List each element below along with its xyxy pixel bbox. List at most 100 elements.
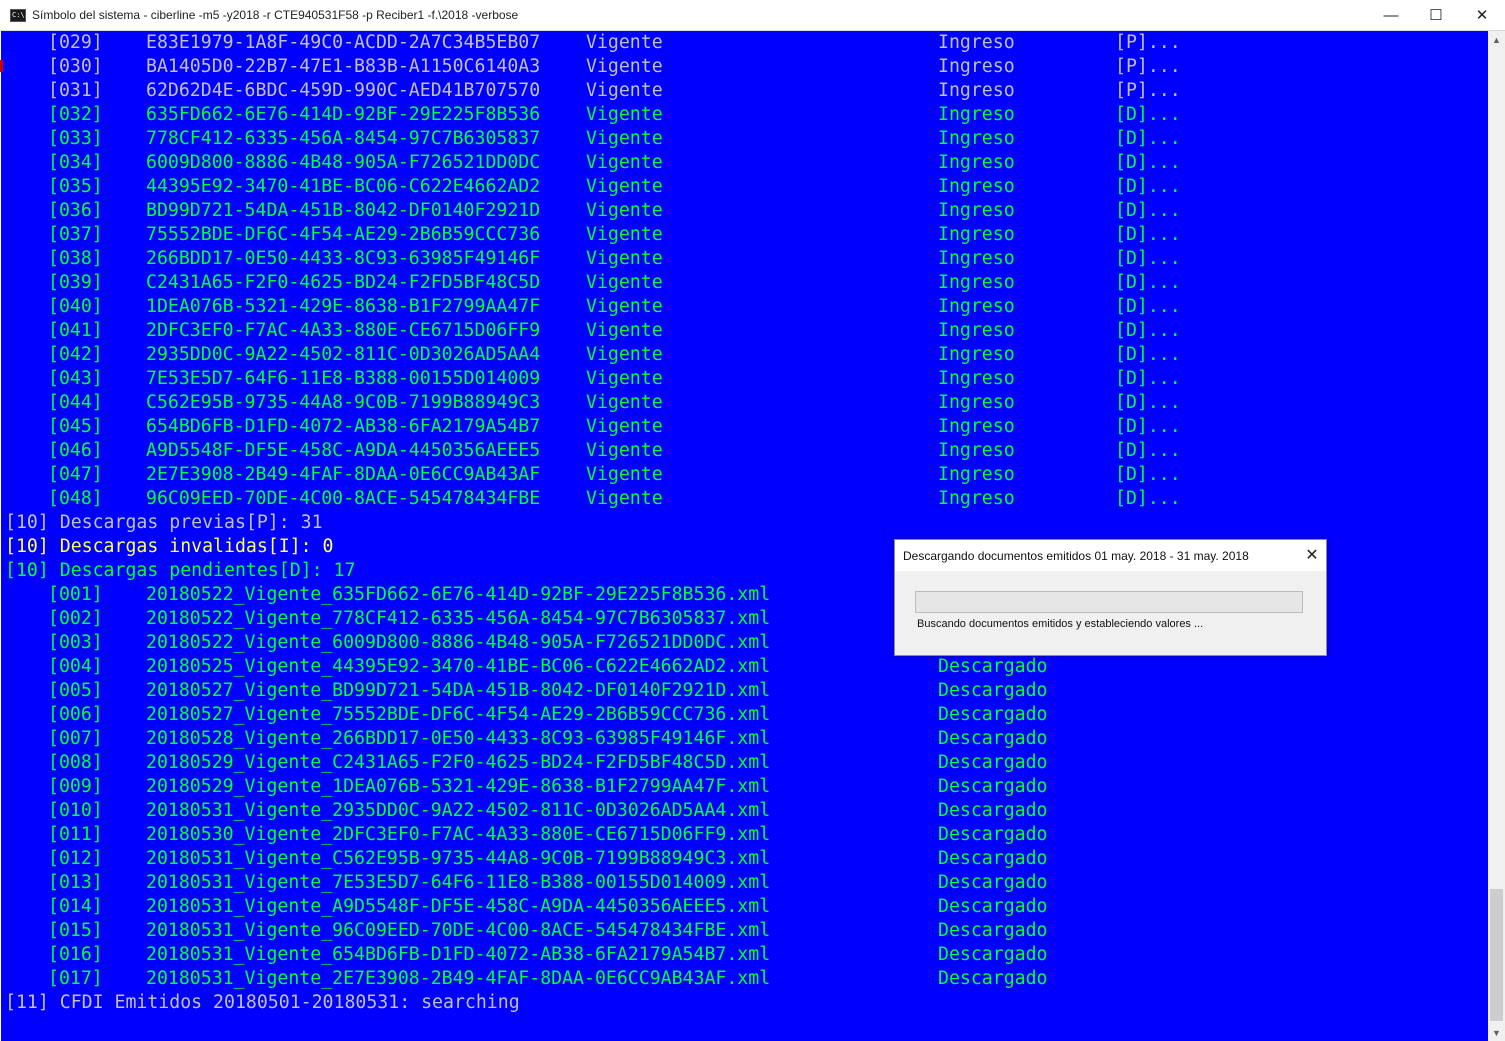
- record-index: [041]: [48, 320, 103, 341]
- download-filename: 20180522_Vigente_778CF412-6335-456A-8454…: [146, 608, 771, 629]
- record-flag: [D]...: [1115, 488, 1181, 509]
- record-uuid: 778CF412-6335-456A-8454-97C7B6305837: [146, 128, 541, 149]
- record-uuid: 2DFC3EF0-F7AC-4A33-880E-CE6715D06FF9: [146, 320, 541, 341]
- download-filename: 20180531_Vigente_2E7E3908-2B49-4FAF-8DAA…: [146, 968, 771, 989]
- record-status: Vigente: [586, 320, 663, 341]
- record-type: Ingreso: [938, 368, 1015, 389]
- record-type: Ingreso: [938, 104, 1015, 125]
- download-result: Descargado: [938, 920, 1048, 941]
- scroll-down-arrow-icon[interactable]: ▼: [1488, 1024, 1505, 1041]
- download-index: [011]: [48, 824, 103, 845]
- download-result: Descargado: [938, 776, 1048, 797]
- record-type: Ingreso: [938, 296, 1015, 317]
- download-filename: 20180531_Vigente_654BD6FB-D1FD-4072-AB38…: [146, 944, 771, 965]
- record-index: [043]: [48, 368, 103, 389]
- record-flag: [D]...: [1115, 464, 1181, 485]
- record-type: Ingreso: [938, 128, 1015, 149]
- download-progress-dialog: Descargando documentos emitidos 01 may. …: [894, 539, 1327, 656]
- record-status: Vigente: [586, 56, 663, 77]
- record-flag: [D]...: [1115, 296, 1181, 317]
- record-status: Vigente: [586, 224, 663, 245]
- record-status: Vigente: [586, 152, 663, 173]
- record-index: [048]: [48, 488, 103, 509]
- record-index: [044]: [48, 392, 103, 413]
- dialog-close-icon[interactable]: ✕: [1300, 544, 1324, 566]
- scroll-up-arrow-icon[interactable]: ▲: [1488, 31, 1505, 48]
- record-uuid: BD99D721-54DA-451B-8042-DF0140F2921D: [146, 200, 541, 221]
- record-status: Vigente: [586, 296, 663, 317]
- record-uuid: 62D62D4E-6BDC-459D-990C-AED41B707570: [146, 80, 541, 101]
- vertical-scrollbar[interactable]: ▲ ▼: [1488, 31, 1505, 1041]
- record-type: Ingreso: [938, 224, 1015, 245]
- record-index: [039]: [48, 272, 103, 293]
- record-flag: [P]...: [1115, 56, 1181, 77]
- download-filename: 20180527_Vigente_75552BDE-DF6C-4F54-AE29…: [146, 704, 771, 725]
- download-filename: 20180529_Vigente_C2431A65-F2F0-4625-BD24…: [146, 752, 771, 773]
- record-index: [029]: [48, 32, 103, 53]
- record-type: Ingreso: [938, 320, 1015, 341]
- title-bar: Símbolo del sistema - ciberline -m5 -y20…: [0, 0, 1505, 31]
- record-type: Ingreso: [938, 272, 1015, 293]
- scrollbar-thumb[interactable]: [1490, 889, 1503, 1021]
- record-flag: [D]...: [1115, 200, 1181, 221]
- download-result: Descargado: [938, 968, 1048, 989]
- record-status: Vigente: [586, 32, 663, 53]
- record-index: [047]: [48, 464, 103, 485]
- record-flag: [D]...: [1115, 176, 1181, 197]
- record-uuid: 2935DD0C-9A22-4502-811C-0D3026AD5AA4: [146, 344, 541, 365]
- record-uuid: 635FD662-6E76-414D-92BF-29E225F8B536: [146, 104, 541, 125]
- download-index: [002]: [48, 608, 103, 629]
- record-status: Vigente: [586, 200, 663, 221]
- download-filename: 20180529_Vigente_1DEA076B-5321-429E-8638…: [146, 776, 771, 797]
- record-index: [030]: [48, 56, 103, 77]
- record-flag: [D]...: [1115, 104, 1181, 125]
- download-index: [012]: [48, 848, 103, 869]
- record-index: [036]: [48, 200, 103, 221]
- record-index: [042]: [48, 344, 103, 365]
- record-status: Vigente: [586, 416, 663, 437]
- record-status: Vigente: [586, 368, 663, 389]
- record-type: Ingreso: [938, 152, 1015, 173]
- download-index: [008]: [48, 752, 103, 773]
- download-filename: 20180531_Vigente_7E53E5D7-64F6-11E8-B388…: [146, 872, 771, 893]
- download-filename: 20180531_Vigente_C562E95B-9735-44A8-9C0B…: [146, 848, 771, 869]
- record-uuid: 2E7E3908-2B49-4FAF-8DAA-0E6CC9AB43AF: [146, 464, 541, 485]
- record-index: [038]: [48, 248, 103, 269]
- download-index: [009]: [48, 776, 103, 797]
- record-flag: [D]...: [1115, 344, 1181, 365]
- record-flag: [P]...: [1115, 32, 1181, 53]
- record-flag: [D]...: [1115, 152, 1181, 173]
- minimize-button[interactable]: —: [1368, 0, 1414, 30]
- record-flag: [D]...: [1115, 416, 1181, 437]
- console-icon: [10, 9, 26, 22]
- record-index: [040]: [48, 296, 103, 317]
- record-type: Ingreso: [938, 488, 1015, 509]
- maximize-button[interactable]: ☐: [1413, 0, 1459, 30]
- record-flag: [D]...: [1115, 320, 1181, 341]
- record-flag: [D]...: [1115, 272, 1181, 293]
- record-status: Vigente: [586, 392, 663, 413]
- record-type: Ingreso: [938, 416, 1015, 437]
- download-index: [005]: [48, 680, 103, 701]
- download-index: [010]: [48, 800, 103, 821]
- close-window-button[interactable]: ✕: [1459, 0, 1505, 30]
- download-result: Descargado: [938, 896, 1048, 917]
- summary-previas: [10] Descargas previas[P]: 31: [5, 512, 323, 533]
- record-type: Ingreso: [938, 176, 1015, 197]
- download-index: [003]: [48, 632, 103, 653]
- download-index: [014]: [48, 896, 103, 917]
- record-index: [033]: [48, 128, 103, 149]
- record-status: Vigente: [586, 128, 663, 149]
- download-index: [016]: [48, 944, 103, 965]
- download-index: [007]: [48, 728, 103, 749]
- record-type: Ingreso: [938, 344, 1015, 365]
- download-filename: 20180528_Vigente_266BDD17-0E50-4433-8C93…: [146, 728, 771, 749]
- download-filename: 20180531_Vigente_2935DD0C-9A22-4502-811C…: [146, 800, 771, 821]
- download-result: Descargado: [938, 848, 1048, 869]
- record-index: [046]: [48, 440, 103, 461]
- download-filename: 20180522_Vigente_6009D800-8886-4B48-905A…: [146, 632, 771, 653]
- record-flag: [D]...: [1115, 368, 1181, 389]
- download-filename: 20180530_Vigente_2DFC3EF0-F7AC-4A33-880E…: [146, 824, 771, 845]
- record-index: [035]: [48, 176, 103, 197]
- console-output[interactable]: [029] E83E1979-1A8F-49C0-ACDD-2A7C34B5EB0…: [1, 31, 1488, 1041]
